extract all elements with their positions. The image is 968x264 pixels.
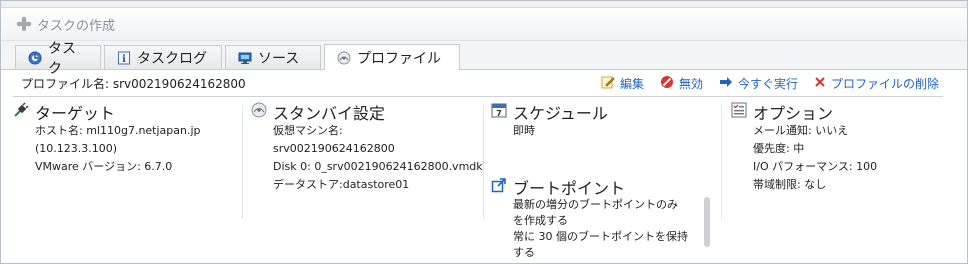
edit-button[interactable]: 編集: [601, 75, 644, 92]
disable-label: 無効: [678, 77, 703, 91]
target-section: ターゲット ホスト名: ml110g7.netjapan.jp (10.123.…: [13, 102, 201, 176]
standby-vm-name: srv002190624162800: [273, 142, 395, 155]
schedule-value: 即時: [513, 124, 535, 137]
options-io: I/O パフォーマンス: 100: [753, 160, 878, 173]
task-icon: [28, 51, 42, 65]
bootpoint-section: ブートポイント 最新の増分のブートポイントのみ を作成する 常に 30 個のブー…: [491, 177, 688, 261]
disable-button[interactable]: 無効: [660, 75, 703, 92]
top-strip: [1, 1, 967, 8]
options-title: オプション: [753, 104, 834, 123]
checklist-icon: [731, 102, 747, 122]
options-priority: 優先度: 中: [753, 142, 805, 155]
profile-actions: 編集 無効 今すぐ実行 プロファイルの削除: [601, 75, 939, 92]
disable-icon: [660, 75, 674, 92]
bootpoint-title: ブートポイント: [513, 179, 626, 198]
options-bandwidth: 帯域制限: なし: [753, 178, 827, 191]
standby-title: スタンバイ設定: [273, 104, 386, 123]
tab-profile[interactable]: プロファイル: [324, 44, 460, 70]
column-divider: [483, 105, 484, 219]
standby-disk: Disk 0: 0_srv002190624162800.vmdk: [273, 160, 483, 173]
tab-task-log[interactable]: i タスクログ: [104, 45, 222, 69]
calendar-icon: 7: [491, 102, 507, 122]
options-section: オプション メール通知: いいえ 優先度: 中 I/O パフォーマンス: 100…: [731, 102, 877, 194]
schedule-title: スケジュール: [513, 104, 608, 123]
target-host: ホスト名: ml110g7.netjapan.jp: [35, 124, 201, 137]
divider: [13, 96, 943, 97]
column-divider: [721, 105, 722, 219]
plus-icon: [17, 17, 31, 31]
profile-icon: [251, 102, 267, 122]
profile-info-bar: プロファイル名: srv002190624162800 編集 無効 今すぐ実行: [1, 70, 967, 96]
task-window: タスクの作成 タスク i タスクログ ソース プロファイル プロファイル名: s…: [0, 0, 968, 264]
bootpoint-line4: する: [513, 246, 535, 259]
profile-icon: [337, 51, 351, 65]
standby-datastore: データストア:datastore01: [273, 178, 410, 191]
arrow-right-icon: [719, 75, 733, 92]
external-link-icon: [491, 177, 507, 197]
target-ip: (10.123.3.100): [35, 142, 118, 155]
standby-section: スタンバイ設定 仮想マシン名: srv002190624162800 Disk …: [251, 102, 483, 194]
run-now-label: 今すぐ実行: [737, 77, 798, 91]
tab-bar: タスク i タスクログ ソース プロファイル: [1, 41, 967, 77]
title-bar: タスクの作成: [1, 8, 967, 41]
pencil-icon: [601, 75, 615, 92]
target-vmware-version: VMware バージョン: 6.7.0: [35, 160, 173, 173]
svg-text:i: i: [122, 54, 126, 65]
edit-label: 編集: [619, 77, 644, 91]
bootpoint-line3: 常に 30 個のブートポイントを保持: [513, 230, 688, 243]
svg-text:7: 7: [496, 109, 502, 118]
close-icon: [814, 76, 826, 91]
column-divider: [242, 105, 243, 219]
bootpoint-line1: 最新の増分のブートポイントのみ: [513, 198, 678, 211]
target-title: ターゲット: [35, 104, 116, 123]
tab-task-log-label: タスクログ: [137, 50, 207, 67]
bootpoint-line2: を作成する: [513, 214, 568, 227]
tab-source-label: ソース: [258, 50, 300, 67]
schedule-section: 7 スケジュール 即時: [491, 102, 608, 140]
tab-profile-label: プロファイル: [357, 50, 441, 67]
profile-name: プロファイル名: srv002190624162800: [21, 77, 246, 91]
standby-vm-label: 仮想マシン名:: [273, 124, 343, 137]
tab-task[interactable]: タスク: [15, 41, 101, 77]
run-now-button[interactable]: 今すぐ実行: [719, 75, 798, 92]
bootpoint-scrollbar[interactable]: [704, 197, 710, 247]
create-task-label: タスクの作成: [37, 18, 116, 34]
plug-icon: [13, 102, 29, 122]
tab-source[interactable]: ソース: [225, 45, 321, 69]
source-icon: [238, 51, 252, 65]
create-task-button[interactable]: タスクの作成: [17, 15, 116, 34]
options-mail: メール通知: いいえ: [753, 124, 849, 137]
info-icon: i: [117, 51, 131, 65]
delete-profile-button[interactable]: プロファイルの削除: [814, 75, 939, 92]
delete-profile-label: プロファイルの削除: [830, 77, 939, 91]
